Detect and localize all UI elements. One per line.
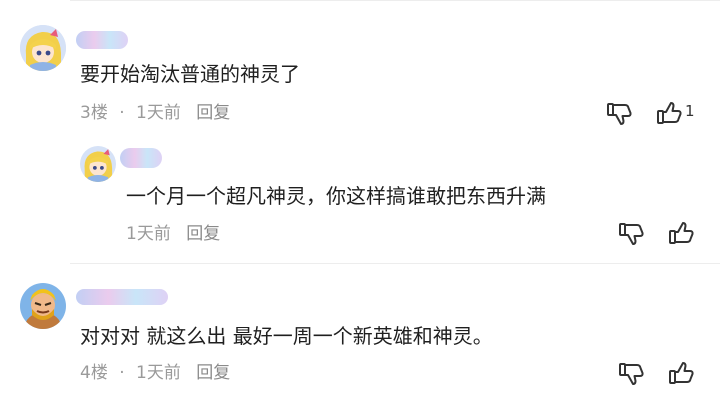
comment-text: 要开始淘汰普通的神灵了 <box>80 62 300 86</box>
reply-button[interactable]: 回复 <box>196 363 230 383</box>
top-divider <box>70 0 720 1</box>
like-button[interactable]: 1 <box>656 100 695 126</box>
avatar[interactable] <box>20 25 66 71</box>
username-blurred[interactable] <box>76 31 128 49</box>
dislike-button[interactable] <box>618 361 646 387</box>
comment-text: 对对对 就这么出 最好一周一个新英雄和神灵。 <box>80 324 493 348</box>
avatar[interactable] <box>20 283 66 329</box>
thumbs-up-icon <box>669 222 694 244</box>
thumbs-down-icon <box>619 223 644 245</box>
anime-girl-avatar-image <box>20 25 66 71</box>
comment-meta: 4楼 · 1天前 回复 <box>80 362 230 384</box>
comment-time: 1天前 <box>136 363 181 383</box>
anime-girl-avatar-image <box>80 146 116 182</box>
reply-text: 一个月一个超凡神灵，你这样搞谁敢把东西升满 <box>126 184 546 208</box>
like-count: 1 <box>685 102 695 120</box>
thumbs-down-icon <box>607 103 632 125</box>
comment-time: 1天前 <box>136 103 181 123</box>
reply-avatar[interactable] <box>80 146 116 182</box>
reply-username-blurred[interactable] <box>120 148 162 168</box>
reply-button[interactable]: 回复 <box>196 103 230 123</box>
reply-reply-button[interactable]: 回复 <box>186 224 220 244</box>
comment-divider <box>70 263 720 264</box>
meta-dot: · <box>119 363 125 383</box>
username-blurred[interactable] <box>76 289 168 305</box>
meta-dot: · <box>119 103 125 123</box>
floor-number: 4楼 <box>80 363 108 383</box>
floor-number: 3楼 <box>80 103 108 123</box>
thumbs-down-icon <box>619 363 644 385</box>
comment-meta: 3楼 · 1天前 回复 <box>80 102 230 124</box>
reply-like-button[interactable] <box>668 220 696 246</box>
reply-dislike-button[interactable] <box>618 221 646 247</box>
reply-meta: 1天前 回复 <box>126 223 220 245</box>
like-button[interactable] <box>668 360 696 386</box>
reply-time: 1天前 <box>126 224 171 244</box>
thumbs-up-icon <box>669 362 694 384</box>
dislike-button[interactable] <box>606 101 634 127</box>
thumbs-up-icon <box>657 102 682 124</box>
barbarian-avatar-image <box>20 283 66 329</box>
